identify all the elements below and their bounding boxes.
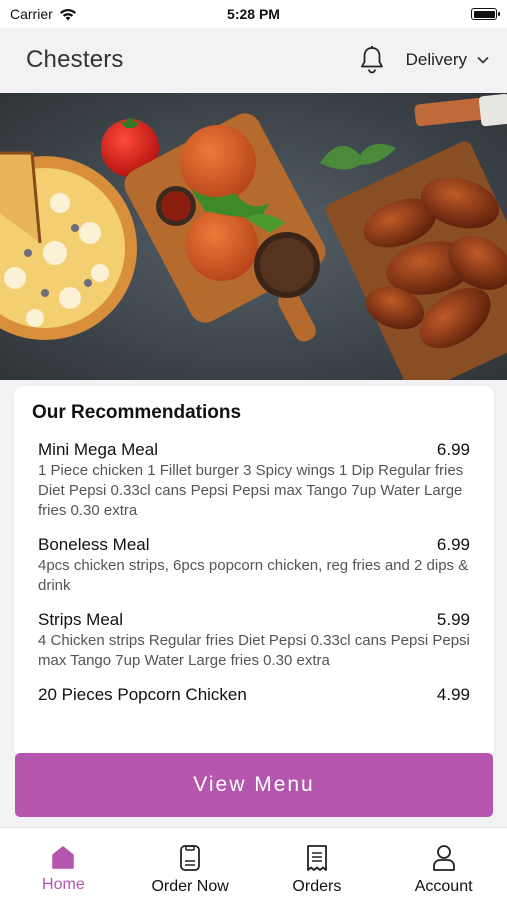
menu-item[interactable]: Strips Meal 5.99 4 Chicken strips Regula… (38, 610, 470, 671)
item-description: 4pcs chicken strips, 6pcs popcorn chicke… (38, 557, 469, 594)
item-price: 4.99 (436, 685, 470, 704)
food-banner-image (0, 93, 507, 380)
menu-item[interactable]: Boneless Meal 6.99 4pcs chicken strips, … (38, 535, 470, 596)
item-description: 4 Chicken strips Regular fries Diet Peps… (38, 632, 470, 669)
tab-home[interactable]: Home (0, 828, 127, 900)
item-price: 6.99 (436, 535, 470, 554)
chevron-down-icon (477, 56, 489, 64)
view-menu-button[interactable]: View Menu (15, 753, 493, 817)
status-bar: Carrier 5:28 PM (0, 0, 507, 28)
header: Chesters Delivery (0, 28, 507, 92)
carrier-label: Carrier (10, 6, 53, 22)
item-name: Boneless Meal (38, 535, 150, 554)
menu-item[interactable]: Mini Mega Meal 6.99 1 Piece chicken 1 Fi… (38, 440, 470, 521)
item-price: 5.99 (436, 610, 470, 629)
battery-icon (471, 8, 500, 20)
order-icon (180, 845, 201, 871)
item-name: Strips Meal (38, 610, 124, 629)
tab-label: Account (414, 878, 473, 895)
status-left: Carrier (10, 6, 77, 22)
tab-label: Home (42, 876, 85, 893)
tab-label: Order Now (151, 878, 229, 895)
item-name: Mini Mega Meal (38, 440, 158, 459)
item-name: 20 Pieces Popcorn Chicken (38, 685, 247, 704)
page-title: Chesters (26, 46, 124, 73)
delivery-mode-select[interactable]: Delivery (406, 50, 489, 70)
tab-orders[interactable]: Orders (254, 828, 381, 900)
header-actions: Delivery (358, 44, 489, 76)
tab-order-now[interactable]: Order Now (127, 828, 254, 900)
recommendations-title: Our Recommendations (32, 402, 242, 423)
tab-account[interactable]: Account (380, 828, 507, 900)
bell-icon (360, 46, 383, 74)
receipt-icon (306, 845, 327, 871)
delivery-mode-label: Delivery (405, 50, 467, 69)
tab-label: Orders (292, 878, 342, 895)
hero-banner (0, 93, 507, 380)
person-icon (432, 845, 455, 871)
item-price: 6.99 (436, 440, 470, 459)
recommendations-card: Our Recommendations Mini Mega Meal 6.99 … (14, 386, 494, 758)
wifi-icon (59, 8, 76, 20)
notifications-button[interactable] (358, 44, 386, 76)
home-icon (52, 846, 75, 869)
tab-bar: Home Order Now Orders Account (0, 827, 507, 900)
menu-item[interactable]: 20 Pieces Popcorn Chicken 4.99 (38, 685, 470, 705)
item-description: 1 Piece chicken 1 Fillet burger 3 Spicy … (38, 462, 464, 519)
